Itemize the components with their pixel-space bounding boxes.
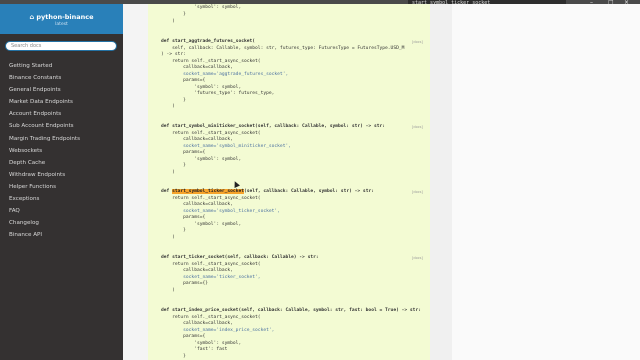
sidebar: ⌂ python-binance latest Search docs Gett…	[0, 4, 123, 360]
sidebar-item-getting-started[interactable]: Getting Started	[0, 60, 123, 72]
sidebar-item-exceptions[interactable]: Exceptions	[0, 193, 123, 205]
source-code-area: 'symbol': symbol, } ) def start_aggtrade…	[148, 4, 430, 360]
project-name[interactable]: python-binance	[36, 13, 93, 21]
project-title[interactable]: ⌂ python-binance	[0, 13, 123, 21]
sidebar-item-market-data-endpoints[interactable]: Market Data Endpoints	[0, 96, 123, 108]
source-link[interactable]: [docs]	[412, 190, 423, 194]
source-link[interactable]: [docs]	[412, 40, 423, 44]
sidebar-item-account-endpoints[interactable]: Account Endpoints	[0, 108, 123, 120]
def-keyword: def	[161, 189, 173, 194]
sidebar-header: ⌂ python-binance latest	[0, 4, 123, 34]
right-panel-edge	[430, 4, 452, 360]
code-line: )	[161, 19, 175, 24]
sidebar-item-general-endpoints[interactable]: General Endpoints	[0, 84, 123, 96]
right-panel	[430, 4, 640, 360]
sidebar-item-websockets[interactable]: Websockets	[0, 145, 123, 157]
sidebar-nav: Getting Started Binance Constants Genera…	[0, 60, 123, 241]
code-line: }	[161, 353, 186, 359]
sidebar-item-binance-constants[interactable]: Binance Constants	[0, 72, 123, 84]
sidebar-item-margin-trading-endpoints[interactable]: Margin Trading Endpoints	[0, 133, 123, 145]
sidebar-item-helper-functions[interactable]: Helper Functions	[0, 181, 123, 193]
version-label: latest	[55, 22, 68, 27]
code-line: )	[161, 104, 175, 109]
code-line: 'symbol': symbol,	[161, 5, 242, 10]
sidebar-item-depth-cache[interactable]: Depth Cache	[0, 157, 123, 169]
sidebar-item-changelog[interactable]: Changelog	[0, 217, 123, 229]
code-line: )	[161, 287, 175, 293]
home-icon: ⌂	[29, 13, 35, 21]
code-line: )	[161, 169, 175, 175]
sidebar-item-sub-account-endpoints[interactable]: Sub Account Endpoints	[0, 120, 123, 132]
source-link[interactable]: [docs]	[412, 125, 423, 129]
sidebar-item-faq[interactable]: FAQ	[0, 205, 123, 217]
search-input[interactable]: Search docs	[5, 41, 117, 51]
search-highlight: start_symbol_ticker_socket	[172, 189, 244, 194]
source-link[interactable]: [docs]	[412, 256, 423, 260]
code-line: )	[161, 234, 175, 240]
sidebar-item-binance-api[interactable]: Binance API	[0, 229, 123, 241]
code-line: }	[161, 12, 186, 17]
code-line: self, callback: Callable, symbol: str, f…	[161, 45, 405, 51]
sidebar-item-withdraw-endpoints[interactable]: Withdraw Endpoints	[0, 169, 123, 181]
signature-rest: (self, callback: Callable, symbol: str) …	[244, 189, 374, 194]
